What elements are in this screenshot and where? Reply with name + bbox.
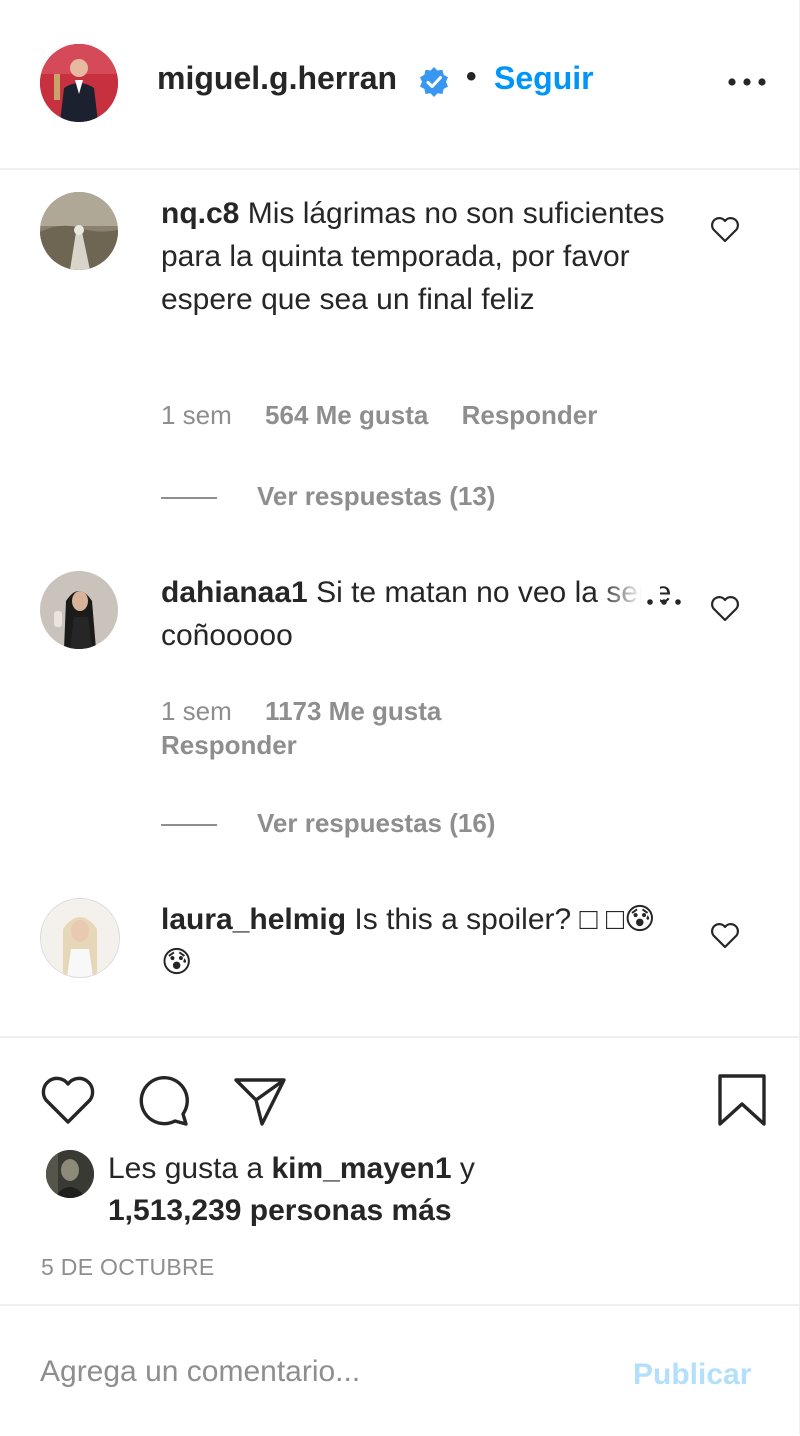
view-replies-button[interactable]: Ver respuestas (13): [161, 481, 495, 512]
comment-like-count[interactable]: 1173 Me gusta: [265, 696, 441, 726]
likes-others-count[interactable]: 1,513,239 personas más: [108, 1194, 452, 1227]
post-actions: Les gusta a kim_mayen1 y 1,513,239 perso…: [0, 1036, 799, 1306]
comment-input[interactable]: [40, 1350, 600, 1394]
liker-username[interactable]: kim_mayen1: [271, 1152, 451, 1185]
header-separator: •: [466, 60, 477, 93]
comment-reply-button[interactable]: Responder: [462, 400, 598, 430]
comment-like-count[interactable]: 564 Me gusta: [265, 400, 428, 430]
add-comment-bar: Publicar: [0, 1304, 799, 1436]
likes-conjunction: y: [451, 1152, 475, 1185]
comment-icon[interactable]: [134, 1070, 194, 1130]
liker-avatar[interactable]: [46, 1150, 94, 1198]
comment-username[interactable]: laura_helmig: [161, 903, 346, 936]
comment-time[interactable]: 1 sem: [161, 696, 232, 726]
verified-badge-icon: [420, 67, 448, 97]
comment-like-heart-icon[interactable]: [709, 920, 741, 950]
post-header: miguel.g.herran • Seguir: [0, 0, 799, 170]
comment-more-options-icon[interactable]: [644, 592, 684, 612]
author-avatar[interactable]: [40, 44, 118, 122]
replies-divider-line: [161, 824, 217, 827]
comment-reply-button[interactable]: Responder: [161, 730, 297, 760]
comments-list[interactable]: nq.c8 Mis lágrimas no son suficientes pa…: [0, 170, 799, 1036]
commenter-avatar[interactable]: [40, 571, 118, 649]
replies-divider-line: [161, 497, 217, 500]
follow-button[interactable]: Seguir: [494, 60, 594, 97]
post-panel: miguel.g.herran • Seguir nq.c8 Mis lágri…: [0, 0, 800, 1434]
likes-summary: Les gusta a kim_mayen1 y 1,513,239 perso…: [108, 1148, 708, 1232]
comment-like-heart-icon[interactable]: [709, 593, 741, 623]
publish-button[interactable]: Publicar: [633, 1358, 751, 1392]
comment-username[interactable]: dahianaa1: [161, 576, 308, 609]
view-replies-label: Ver respuestas (16): [257, 808, 496, 838]
comment-like-heart-icon[interactable]: [709, 214, 741, 244]
more-options-icon[interactable]: [724, 66, 770, 96]
comment-time[interactable]: 1 sem: [161, 400, 232, 430]
comment-body: nq.c8 Mis lágrimas no son suficientes pa…: [161, 192, 681, 321]
bookmark-icon[interactable]: [712, 1070, 772, 1130]
likes-prefix: Les gusta a: [108, 1152, 272, 1185]
heart-icon[interactable]: [38, 1070, 98, 1130]
author-username[interactable]: miguel.g.herran: [157, 60, 397, 97]
view-replies-label: Ver respuestas (13): [257, 481, 496, 511]
comment-body: laura_helmig Is this a spoiler? □ □😰😰: [161, 898, 681, 984]
commenter-avatar[interactable]: [40, 192, 118, 270]
comment-meta: 1 sem 1173 Me gusta Responder: [161, 694, 521, 762]
paper-plane-icon[interactable]: [230, 1070, 290, 1130]
commenter-avatar[interactable]: [40, 898, 120, 978]
comment-meta: 1 sem 564 Me gusta Responder: [161, 400, 623, 431]
comment-username[interactable]: nq.c8: [161, 197, 239, 230]
view-replies-button[interactable]: Ver respuestas (16): [161, 808, 495, 839]
post-date[interactable]: 5 DE OCTUBRE: [41, 1254, 215, 1281]
